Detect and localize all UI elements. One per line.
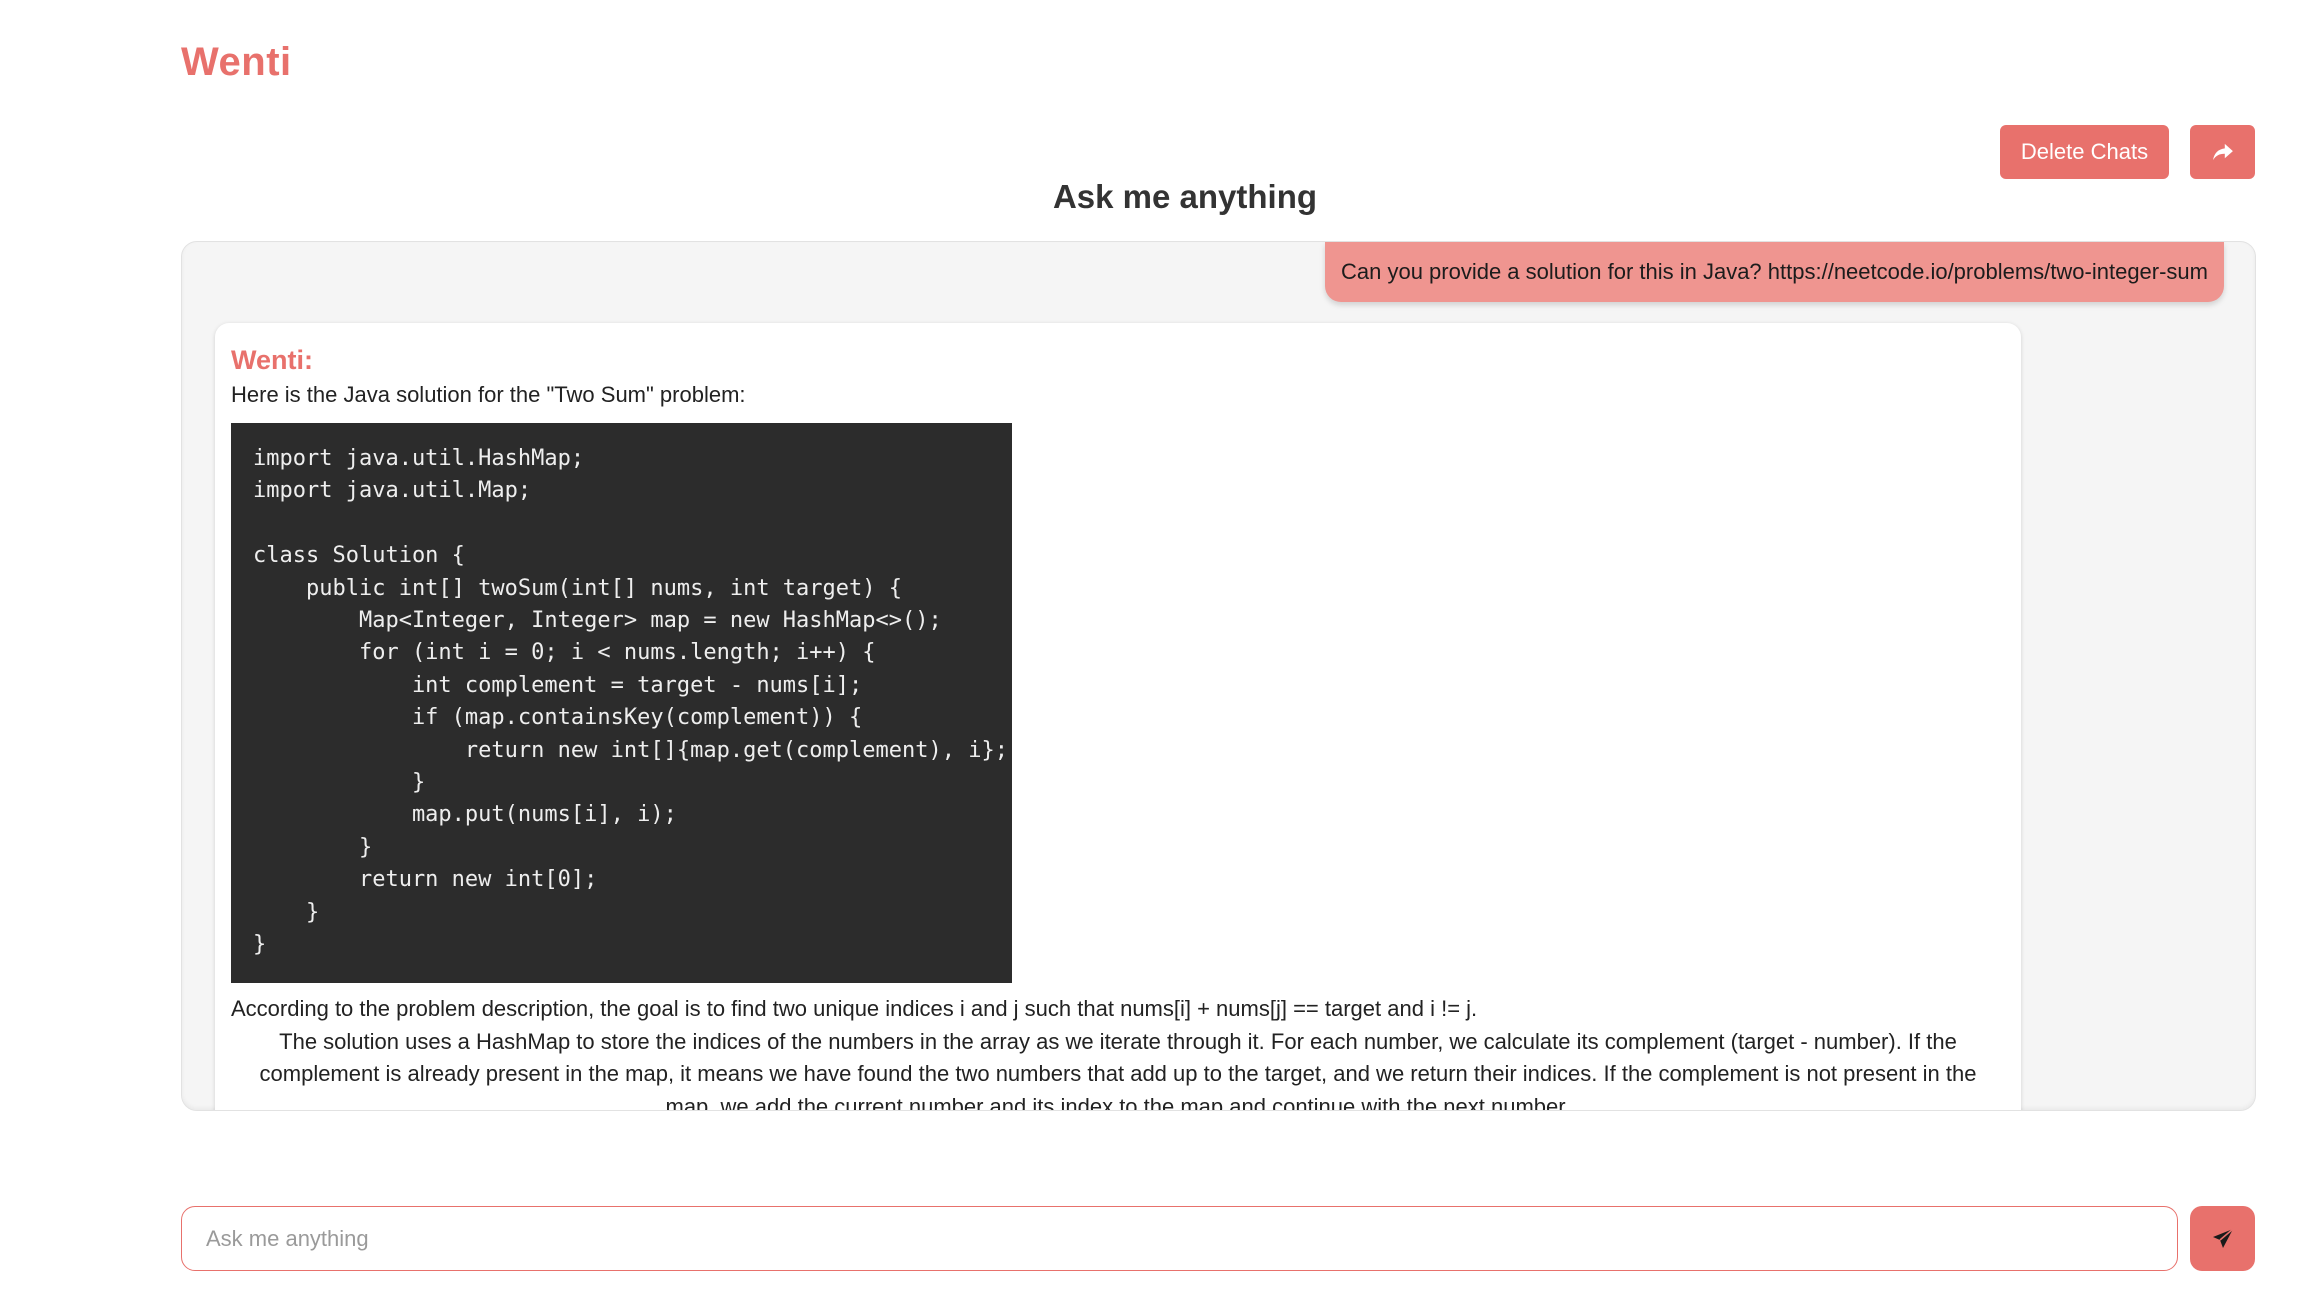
answer-paragraph-1: According to the problem description, th… bbox=[231, 996, 1478, 1021]
answer-paragraph-2: The solution uses a HashMap to store the… bbox=[259, 1028, 1977, 1111]
send-button[interactable] bbox=[2190, 1206, 2255, 1271]
page-title: Ask me anything bbox=[1052, 178, 1318, 215]
delete-chats-button[interactable]: Delete Chats bbox=[2000, 125, 2169, 179]
paper-plane-icon bbox=[2212, 1227, 2234, 1248]
share-button[interactable] bbox=[2190, 125, 2255, 179]
brand-logo: Wenti bbox=[181, 40, 292, 84]
bot-message-card: Wenti: Here is the Java solution for the… bbox=[215, 323, 2021, 1111]
bot-intro-text: Here is the Java solution for the "Two S… bbox=[231, 382, 746, 407]
chat-panel[interactable]: Can you provide a solution for this in J… bbox=[181, 241, 2256, 1111]
user-message-bubble: Can you provide a solution for this in J… bbox=[1324, 242, 2224, 302]
chat-input[interactable] bbox=[204, 1224, 2155, 1253]
bot-name-label: Wenti: bbox=[231, 345, 313, 375]
code-block: import java.util.HashMap; import java.ut… bbox=[231, 423, 1012, 983]
chat-input-wrapper[interactable] bbox=[181, 1206, 2178, 1271]
share-arrow-icon bbox=[2212, 143, 2233, 161]
